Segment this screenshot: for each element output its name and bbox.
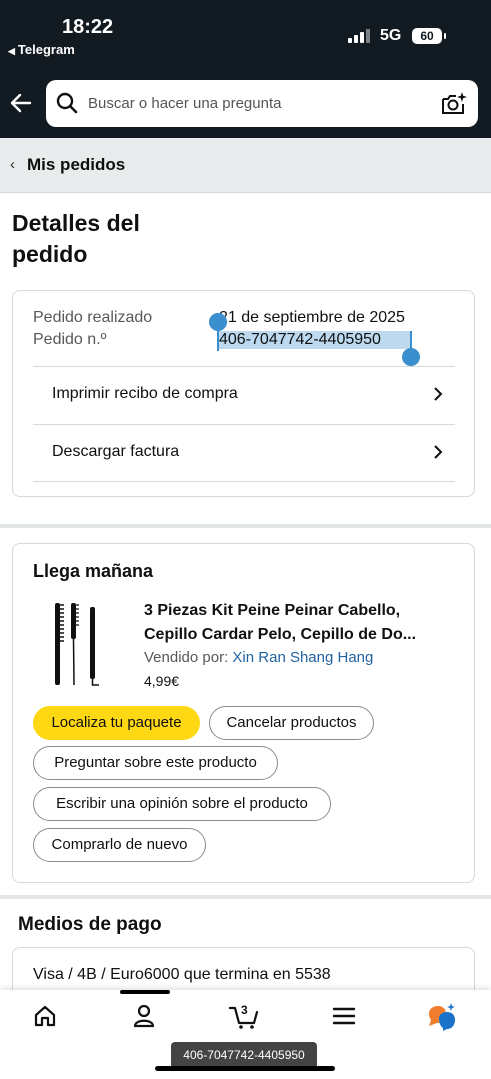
search-icon bbox=[56, 92, 78, 114]
selection-start-line bbox=[217, 329, 219, 351]
back-triangle-icon: ◀ bbox=[8, 46, 15, 56]
active-tab-indicator bbox=[120, 990, 170, 994]
track-package-button[interactable]: Localiza tu paquete bbox=[33, 706, 200, 740]
menu-icon[interactable] bbox=[330, 1002, 358, 1030]
account-icon[interactable] bbox=[130, 1002, 158, 1030]
home-icon[interactable] bbox=[31, 1002, 59, 1030]
status-time: 18:22 bbox=[62, 16, 114, 38]
download-invoice-row[interactable]: Descargar factura bbox=[33, 424, 455, 482]
seller-link[interactable]: Xin Ran Shang Hang bbox=[232, 649, 373, 666]
payment-method: Visa / 4B / Euro6000 que termina en 5538 bbox=[33, 966, 331, 983]
cart-count-badge: 3 bbox=[241, 1003, 248, 1017]
order-number-value[interactable]: 406-7047742-4405950 bbox=[219, 331, 412, 349]
breadcrumb[interactable]: ‹ Mis pedidos bbox=[0, 138, 491, 193]
order-number-label: Pedido n.º bbox=[33, 331, 107, 348]
chevron-right-icon bbox=[434, 445, 443, 459]
cancel-items-button[interactable]: Cancelar productos bbox=[209, 706, 374, 740]
seller-label: Vendido por: bbox=[144, 649, 229, 666]
download-invoice-label: Descargar factura bbox=[52, 443, 180, 460]
camera-search-icon[interactable] bbox=[440, 90, 468, 118]
section-divider bbox=[0, 524, 491, 528]
arrow-left-icon[interactable] bbox=[8, 90, 34, 116]
seller-info: Vendido por: Xin Ran Shang Hang bbox=[144, 649, 373, 666]
product-title-line1: 3 Piezas Kit Peine Peinar Cabello, bbox=[144, 602, 401, 619]
selection-end-handle[interactable] bbox=[402, 348, 420, 366]
home-indicator[interactable] bbox=[155, 1066, 335, 1071]
search-input[interactable]: Buscar o hacer una pregunta bbox=[46, 80, 478, 127]
rufus-assistant-icon[interactable] bbox=[425, 1002, 457, 1032]
battery-icon: 60 bbox=[412, 28, 446, 44]
breadcrumb-label[interactable]: Mis pedidos bbox=[27, 155, 125, 175]
product-title-link[interactable]: 3 Piezas Kit Peine Peinar Cabello, Cepil… bbox=[144, 599, 462, 647]
copied-toast: 406-7047742-4405950 bbox=[171, 1042, 317, 1069]
back-app-label: Telegram bbox=[17, 42, 75, 57]
product-price: 4,99€ bbox=[144, 673, 180, 689]
app-header: 18:22 ◀ Telegram 5G 60 Buscar o hacer una… bbox=[0, 0, 491, 138]
product-title-line2: Cepillo Cardar Pelo, Cepillo de Do... bbox=[144, 626, 417, 643]
order-date-value: 21 de septiembre de 2025 bbox=[219, 309, 405, 326]
chevron-left-icon: ‹ bbox=[10, 156, 15, 173]
ask-product-question-button[interactable]: Preguntar sobre este producto bbox=[33, 746, 278, 780]
product-image[interactable] bbox=[45, 599, 107, 689]
chevron-right-icon bbox=[434, 387, 443, 401]
order-summary-card: Pedido realizado Pedido n.º 21 de septie… bbox=[12, 290, 475, 497]
buy-again-button[interactable]: Comprarlo de nuevo bbox=[33, 828, 206, 862]
print-receipt-row[interactable]: Imprimir recibo de compra bbox=[33, 366, 455, 424]
print-receipt-label: Imprimir recibo de compra bbox=[52, 385, 238, 402]
page-title: Detalles del pedido bbox=[12, 210, 140, 267]
write-review-button[interactable]: Escribir una opinión sobre el producto bbox=[33, 787, 331, 821]
search-placeholder: Buscar o hacer una pregunta bbox=[88, 95, 282, 112]
network-type: 5G bbox=[380, 27, 402, 44]
signal-icon bbox=[348, 29, 372, 43]
section-divider bbox=[0, 895, 491, 899]
order-date-label: Pedido realizado bbox=[33, 309, 153, 326]
payment-section-title: Medios de pago bbox=[18, 914, 162, 935]
shipment-card: Llega mañana 3 Piezas Kit Peine Peinar C… bbox=[12, 543, 475, 883]
back-to-app-link[interactable]: ◀ Telegram bbox=[8, 42, 75, 57]
delivery-status: Llega mañana bbox=[33, 561, 154, 581]
